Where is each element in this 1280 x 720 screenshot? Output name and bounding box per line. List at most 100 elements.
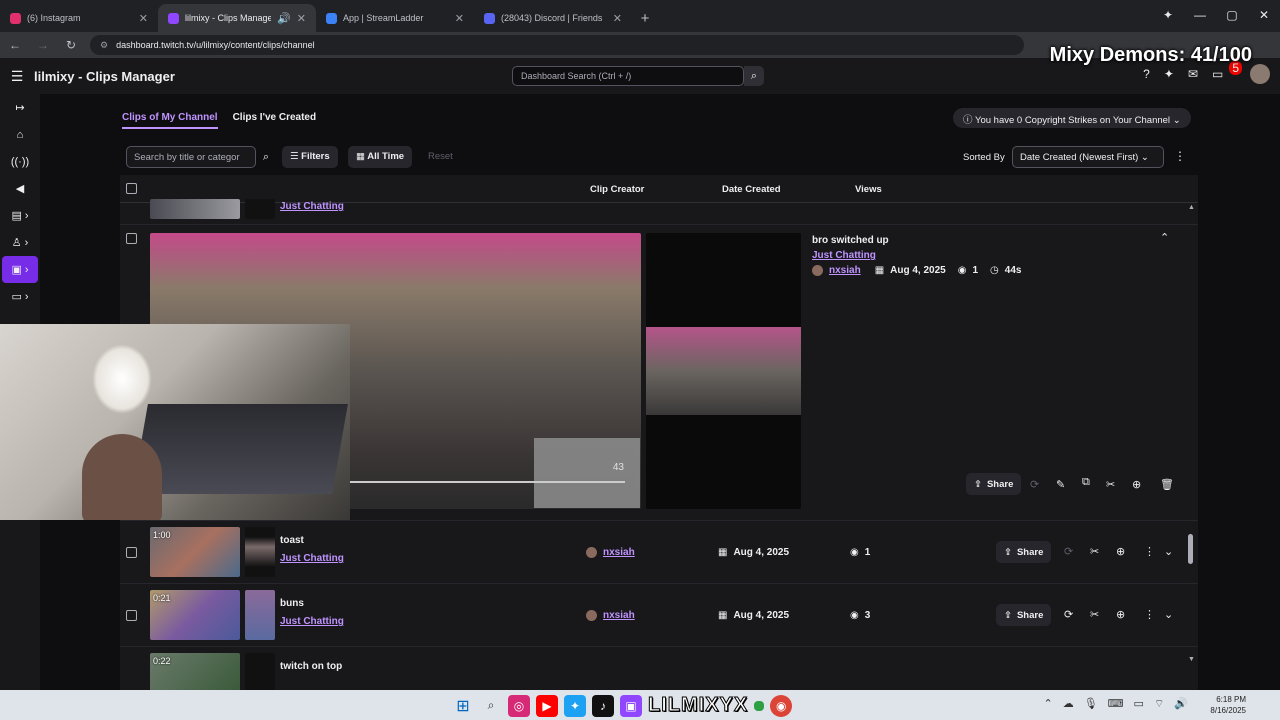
twitch-icon[interactable]: ▣ (620, 694, 642, 717)
close-icon[interactable]: ✕ (455, 12, 464, 25)
chevron-down-icon[interactable]: ⌄ (1164, 545, 1173, 558)
more-options-icon[interactable]: ⋮ (1144, 545, 1155, 558)
copyright-strikes-dropdown[interactable]: ⓘ You have 0 Copyright Strikes on Your C… (953, 108, 1191, 128)
add-icon[interactable]: ⊕ (1116, 545, 1125, 558)
clip-vertical-preview[interactable] (646, 233, 801, 509)
browser-tab-discord[interactable]: (28043) Discord | Friends ✕ (474, 4, 632, 32)
chevron-up-icon[interactable]: ⌃ (1043, 697, 1052, 711)
table-row[interactable]: Just Chatting (120, 199, 1198, 225)
row-checkbox[interactable] (126, 610, 137, 621)
forward-icon[interactable]: → (34, 38, 52, 52)
share-button[interactable]: ⇪ Share (966, 473, 1022, 495)
system-clock[interactable]: 6:18 PM 8/16/2025 (1210, 694, 1246, 716)
home-icon[interactable]: ⌂ (0, 121, 40, 148)
instagram-icon[interactable]: ◎ (508, 694, 530, 717)
add-icon[interactable]: ⊕ (1132, 478, 1141, 491)
stream-icon[interactable]: ((·)) (0, 148, 40, 175)
display-icon[interactable]: ▭ (1134, 697, 1144, 711)
download-icon[interactable]: ⟳ (1064, 545, 1073, 558)
notifications-icon[interactable]: ▭ 5 (1212, 61, 1242, 81)
clip-thumbnail-vertical[interactable] (245, 653, 275, 690)
clip-thumbnail[interactable]: 0:22 (150, 653, 240, 690)
clip-thumbnail[interactable] (150, 199, 240, 219)
scissors-icon[interactable]: ✂ (1106, 478, 1115, 491)
share-button[interactable]: ⇪ Share (996, 604, 1052, 626)
scrollbar-thumb[interactable] (1188, 534, 1193, 564)
menu-icon[interactable]: ☰ (0, 68, 34, 85)
more-options-icon[interactable]: ⋮ (1144, 608, 1155, 621)
clip-thumbnail-vertical[interactable] (245, 590, 275, 640)
network-icon[interactable]: ☁ (1063, 697, 1074, 711)
chevron-up-icon[interactable]: ⌃ (1160, 231, 1169, 244)
clip-title[interactable]: toast (280, 535, 304, 546)
tiktok-icon[interactable]: ♪ (592, 694, 614, 717)
scrollbar[interactable]: ▲ ▼ (1188, 204, 1195, 664)
close-window-button[interactable]: ✕ (1248, 8, 1280, 22)
browser-tab-instagram[interactable]: (6) Instagram ✕ (0, 4, 158, 32)
twitter-icon[interactable]: ✦ (564, 694, 586, 717)
speaker-icon[interactable]: 🔊 (277, 12, 291, 25)
content-icon[interactable]: ▣ › (2, 256, 38, 283)
avatar[interactable] (1250, 64, 1270, 84)
external-link-icon[interactable]: ⧉ (1082, 476, 1090, 489)
table-row[interactable]: 0:21 buns Just Chatting nxsiah ▦ Aug 4, 2… (120, 584, 1198, 647)
megaphone-icon[interactable]: ◀ (0, 175, 40, 202)
help-icon[interactable]: ? (1143, 67, 1150, 81)
wifi-icon[interactable]: ⌔ (1154, 697, 1164, 711)
row-checkbox[interactable] (126, 547, 137, 558)
all-time-button[interactable]: ▦ All Time (348, 146, 413, 168)
video-progress-bar[interactable] (350, 481, 625, 483)
game-link[interactable]: Just Chatting (280, 616, 344, 627)
scissors-icon[interactable]: ✂ (1090, 608, 1099, 621)
filters-button[interactable]: ☰ Filters (282, 146, 338, 168)
game-link[interactable]: Just Chatting (280, 201, 344, 212)
clip-title[interactable]: buns (280, 598, 304, 609)
analytics-icon[interactable]: ▤ › (0, 202, 40, 229)
clip-title[interactable]: twitch on top (280, 661, 342, 672)
url-field[interactable]: ⚙ dashboard.twitch.tv/u/lilmixy/content/… (90, 35, 1024, 55)
clip-thumbnail-vertical[interactable] (245, 199, 275, 219)
game-link[interactable]: Just Chatting (280, 553, 344, 564)
search-icon[interactable]: ⌕ (256, 146, 276, 168)
row-checkbox[interactable] (126, 233, 137, 244)
browser-tab-streamladder[interactable]: App | StreamLadder ✕ (316, 4, 474, 32)
table-row[interactable]: 1:00 toast Just Chatting nxsiah ▦ Aug 4, … (120, 521, 1198, 584)
scissors-icon[interactable]: ✂ (1090, 545, 1099, 558)
share-button[interactable]: ⇪ Share (996, 541, 1052, 563)
search-icon[interactable]: ⌕ (480, 695, 502, 717)
youtube-icon[interactable]: ▶ (536, 694, 558, 717)
download-icon[interactable]: ⟳ (1064, 608, 1073, 621)
search-icon[interactable]: ⌕ (744, 66, 764, 86)
maximize-button[interactable]: ▢ (1216, 8, 1248, 22)
sparkle-icon[interactable]: ✦ (1164, 67, 1174, 81)
delete-icon[interactable]: 🗑 (1160, 478, 1174, 491)
clip-thumbnail[interactable]: 1:00 (150, 527, 240, 577)
browser-tab-twitch[interactable]: lilmixy - Clips Manager - Tw 🔊 ✕ (158, 4, 316, 32)
monetization-icon[interactable]: ▭ › (0, 283, 40, 310)
clip-thumbnail-vertical[interactable] (245, 527, 275, 577)
site-info-icon[interactable]: ⚙ (100, 40, 108, 51)
mail-icon[interactable]: ✉ (1188, 67, 1198, 81)
creator-link[interactable]: nxsiah (603, 547, 635, 558)
volume-icon[interactable]: 🔊 (1174, 697, 1188, 711)
more-options-icon[interactable]: ⋮ (1174, 149, 1186, 163)
creator-link[interactable]: nxsiah (603, 610, 635, 621)
new-tab-button[interactable]: + (632, 4, 658, 32)
close-icon[interactable]: ✕ (297, 12, 306, 25)
extensions-icon[interactable]: ✦ (1152, 8, 1184, 22)
close-icon[interactable]: ✕ (139, 12, 148, 25)
chrome-icon[interactable]: ◉ (770, 694, 793, 717)
game-link[interactable]: Just Chatting (812, 250, 876, 261)
creator-link[interactable]: nxsiah (829, 265, 861, 276)
tab-clips-ive-created[interactable]: Clips I've Created (233, 112, 317, 129)
tab-clips-of-my-channel[interactable]: Clips of My Channel (122, 112, 218, 129)
clips-search-input[interactable]: Search by title or categor (126, 146, 256, 168)
collapse-icon[interactable]: ↦ (0, 94, 40, 121)
sort-select[interactable]: Date Created (Newest First) ⌄ (1012, 146, 1164, 168)
clip-title[interactable]: bro switched up (812, 235, 889, 246)
table-row[interactable]: 0:22 twitch on top (120, 647, 1198, 690)
mic-icon[interactable]: 🎙 (1084, 697, 1098, 711)
chevron-down-icon[interactable]: ⌄ (1164, 608, 1173, 621)
app-icon[interactable] (754, 700, 765, 711)
windows-icon[interactable]: ⊞ (452, 695, 474, 717)
